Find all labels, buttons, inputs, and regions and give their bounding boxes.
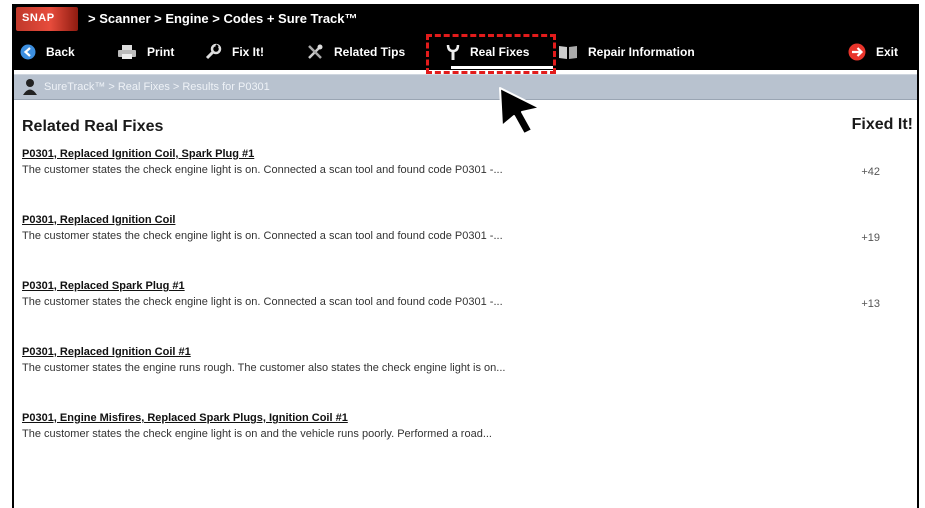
real-fix-description: The customer states the check engine lig…	[22, 296, 503, 308]
real-fix-item: P0301, Engine Misfires, Replaced Spark P…	[22, 412, 902, 440]
exit-label: Exit	[876, 45, 899, 59]
real-fix-item: P0301, Replaced Spark Plug #1 The custom…	[22, 280, 902, 310]
fixed-it-count: +42	[861, 166, 880, 178]
real-fix-description: The customer states the check engine lig…	[22, 428, 492, 440]
exit-button[interactable]: Exit	[848, 34, 898, 70]
highlight-box	[426, 34, 556, 74]
real-fix-title-link[interactable]: P0301, Replaced Ignition Coil, Spark Plu…	[22, 148, 902, 160]
related-tips-button[interactable]: Related Tips	[306, 34, 405, 70]
real-fix-description: The customer states the check engine lig…	[22, 230, 503, 242]
real-fix-description: The customer states the check engine lig…	[22, 164, 503, 176]
real-fix-title-link[interactable]: P0301, Replaced Spark Plug #1	[22, 280, 902, 292]
tools-icon	[306, 43, 324, 61]
wrench-icon	[204, 43, 222, 61]
section-heading: Related Real Fixes	[22, 118, 164, 135]
real-fix-item: P0301, Replaced Ignition Coil The custom…	[22, 214, 902, 244]
print-label: Print	[147, 45, 175, 59]
app-logo: SNAP	[16, 7, 78, 31]
back-label: Back	[46, 45, 75, 59]
fix-it-label: Fix It!	[232, 45, 264, 59]
print-button[interactable]: Print	[117, 34, 174, 70]
repair-information-label: Repair Information	[588, 45, 695, 59]
person-icon	[22, 78, 38, 101]
back-button[interactable]: Back	[20, 34, 75, 70]
navigation-bar: SureTrack™ > Real Fixes > Results for P0…	[14, 74, 917, 100]
book-icon	[558, 44, 578, 60]
real-fix-item: P0301, Replaced Ignition Coil #1 The cus…	[22, 346, 902, 374]
logo-text: SNAP	[22, 12, 55, 24]
real-fix-title-link[interactable]: P0301, Engine Misfires, Replaced Spark P…	[22, 412, 902, 424]
fixed-it-count: +19	[861, 232, 880, 244]
fix-it-button[interactable]: Fix It!	[204, 34, 264, 70]
repair-information-button[interactable]: Repair Information	[558, 34, 695, 70]
real-fix-item: P0301, Replaced Ignition Coil, Spark Plu…	[22, 148, 902, 178]
printer-icon	[117, 44, 137, 60]
fixed-it-column-header: Fixed It!	[851, 116, 913, 133]
exit-icon	[848, 43, 866, 61]
mouse-pointer-icon	[498, 86, 542, 141]
fixed-it-count: +13	[861, 298, 880, 310]
back-icon	[20, 44, 36, 60]
app-window: SNAP > Scanner > Engine > Codes + Sure T…	[12, 4, 919, 508]
real-fix-title-link[interactable]: P0301, Replaced Ignition Coil #1	[22, 346, 902, 358]
top-breadcrumb: > Scanner > Engine > Codes + Sure Track™	[88, 11, 358, 26]
related-tips-label: Related Tips	[334, 45, 406, 59]
real-fix-description: The customer states the engine runs roug…	[22, 362, 506, 374]
suretrack-breadcrumb[interactable]: SureTrack™ > Real Fixes > Results for P0…	[44, 81, 270, 93]
real-fix-title-link[interactable]: P0301, Replaced Ignition Coil	[22, 214, 902, 226]
title-bar: SNAP > Scanner > Engine > Codes + Sure T…	[14, 4, 917, 34]
